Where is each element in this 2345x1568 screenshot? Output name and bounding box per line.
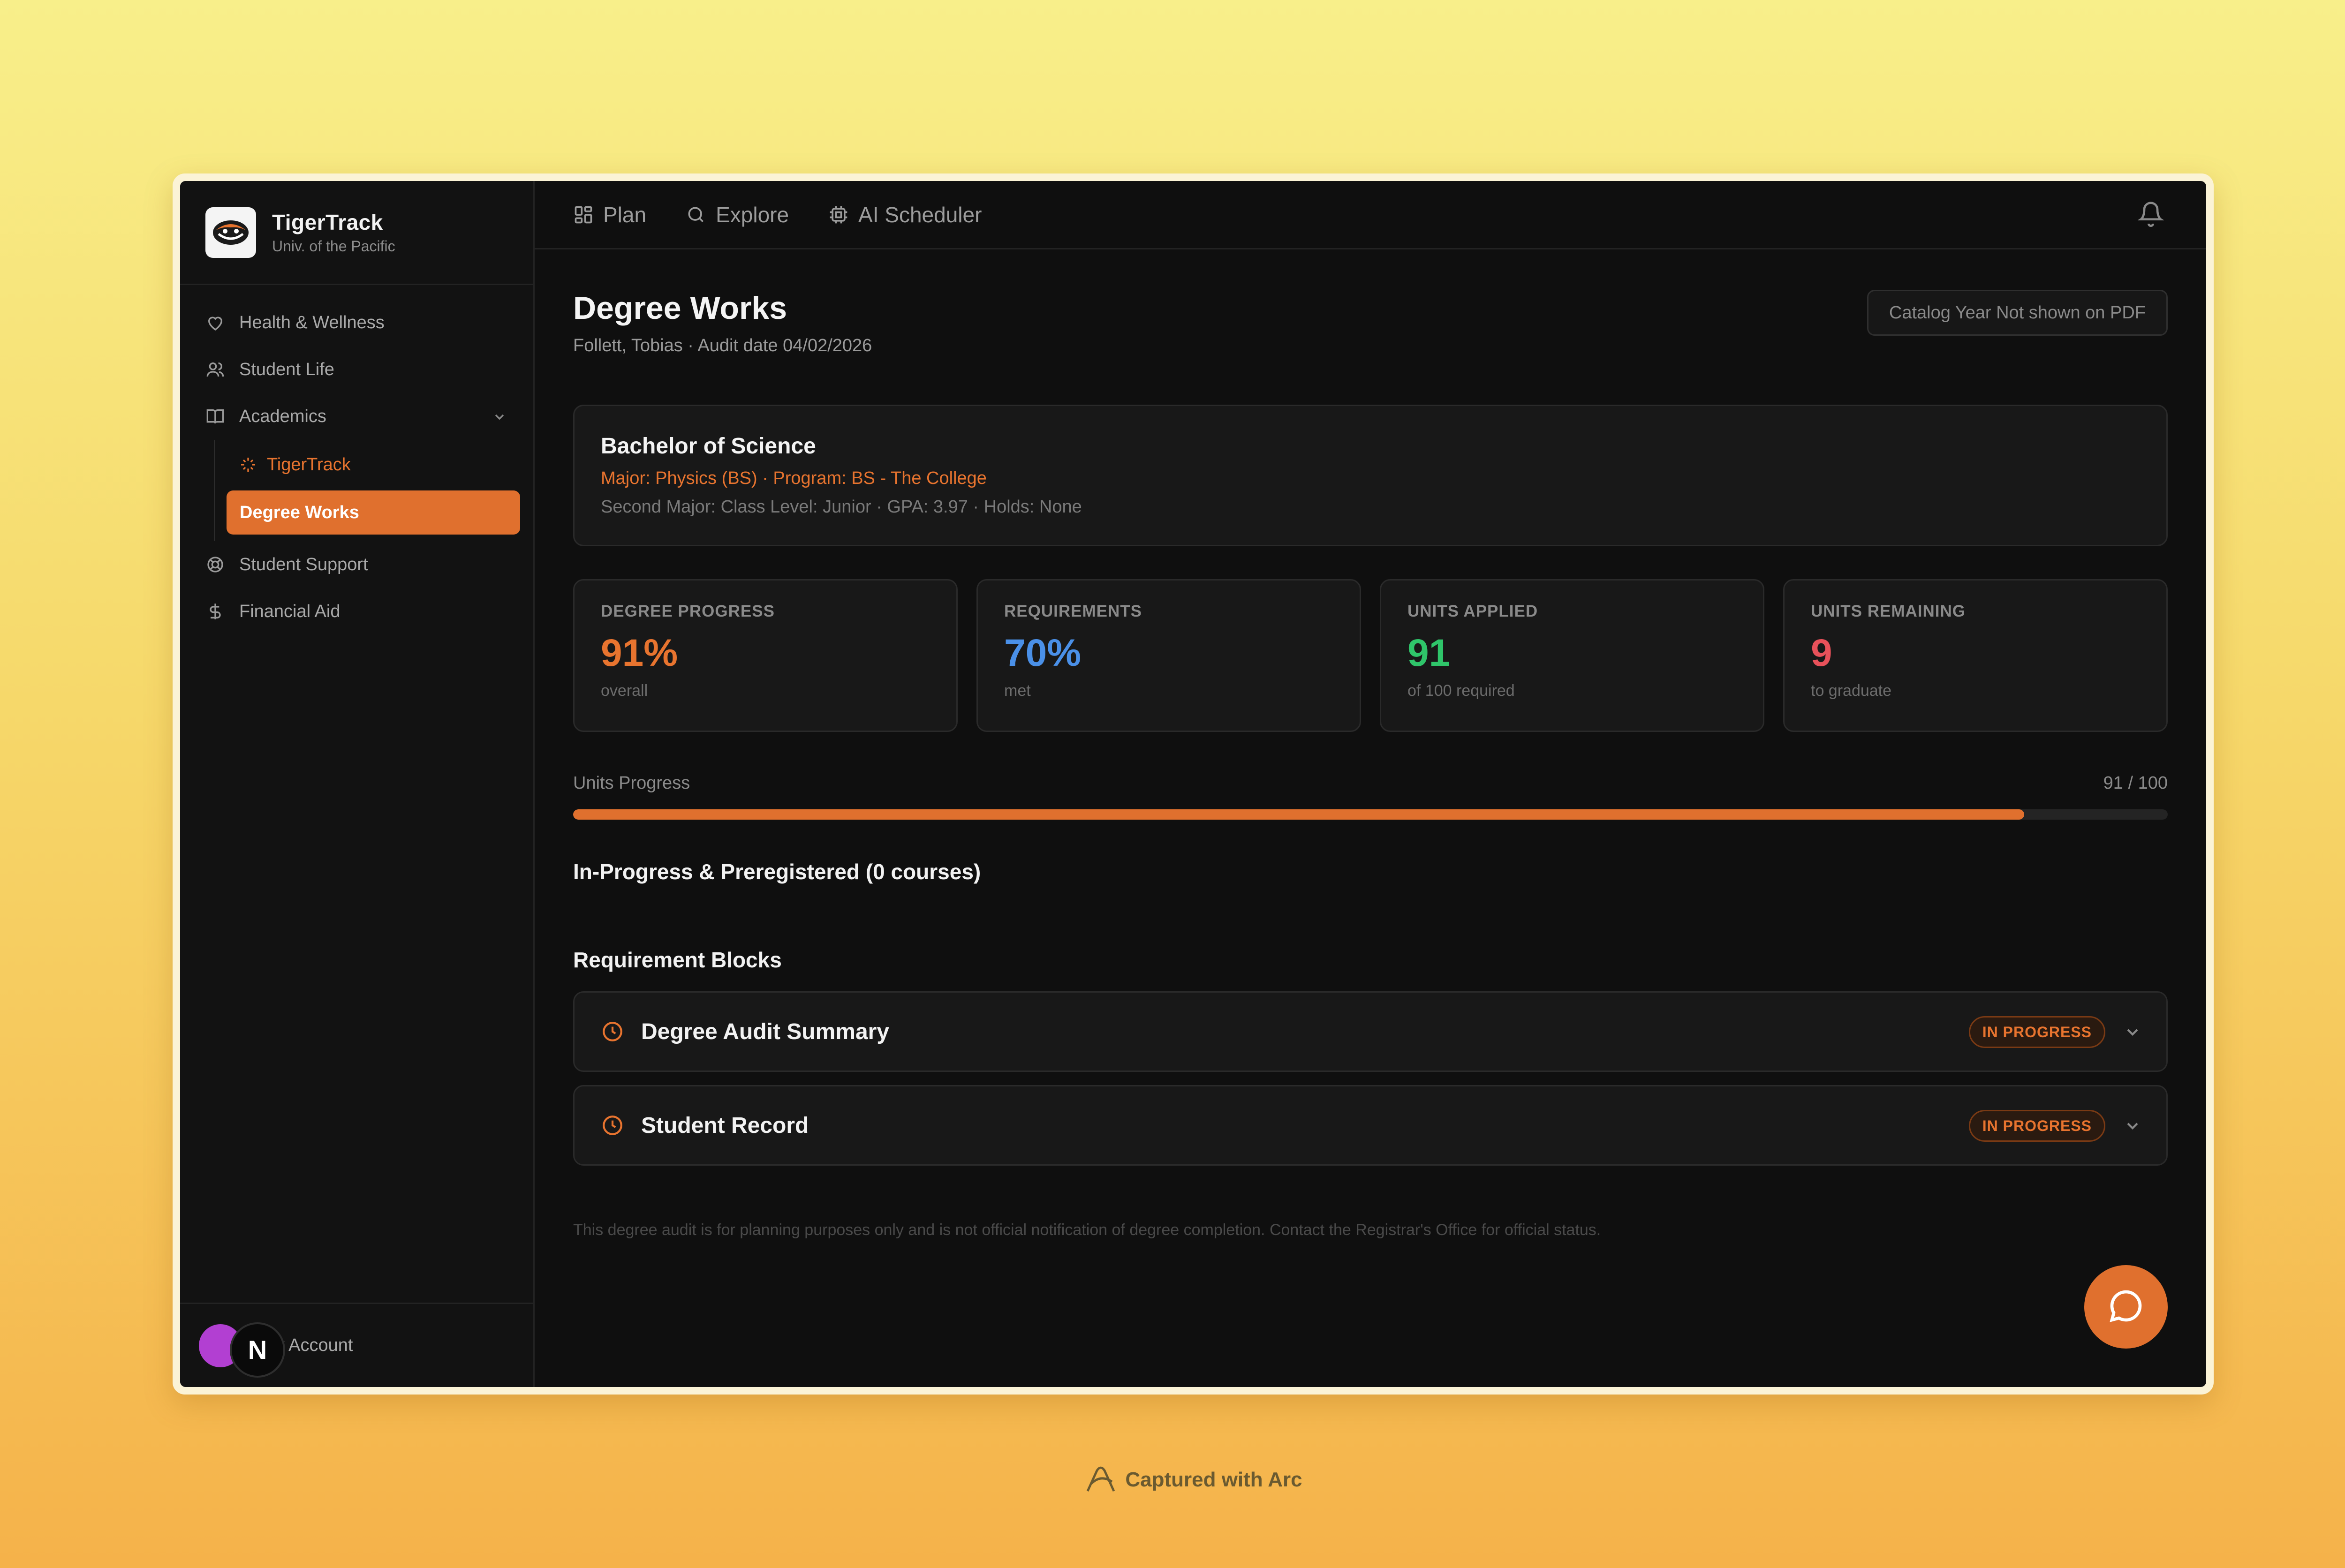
clock-icon: [601, 1020, 624, 1043]
cpu-icon: [828, 204, 849, 225]
sidebar-item-health-wellness[interactable]: Health & Wellness: [180, 299, 533, 346]
tab-ai-scheduler[interactable]: AI Scheduler: [828, 202, 982, 227]
heart-icon: [205, 313, 225, 332]
sidebar-item-label: Academics: [239, 406, 326, 426]
block-title: Student Record: [641, 1113, 809, 1138]
clock-icon: [601, 1114, 624, 1137]
units-progress-fill: [573, 809, 2024, 820]
arc-logo-icon: [1084, 1465, 1118, 1495]
requirement-block-degree-audit-summary[interactable]: Degree Audit Summary IN PROGRESS: [573, 991, 2168, 1072]
chat-button[interactable]: [2084, 1265, 2168, 1349]
stat-sub: to graduate: [1811, 682, 1892, 700]
sidebar-item-degree-works[interactable]: Degree Works: [227, 490, 520, 535]
sidebar-item-label: TigerTrack: [267, 454, 351, 475]
tiger-logo-icon: [205, 207, 256, 258]
degree-card: Bachelor of Science Major: Physics (BS) …: [573, 405, 2168, 546]
block-title: Degree Audit Summary: [641, 1019, 890, 1044]
stat-label: UNITS APPLIED: [1407, 602, 1538, 620]
units-progress-bar: [573, 809, 2168, 820]
in-progress-heading: In-Progress & Preregistered (0 courses): [573, 859, 981, 884]
tab-label: Plan: [603, 202, 647, 227]
stat-sub: overall: [601, 682, 648, 700]
degree-works-page: Degree Works Follett, Tobias · Audit dat…: [535, 249, 2206, 1239]
sidebar-item-label: Student Life: [239, 359, 334, 379]
bell-icon[interactable]: [2137, 201, 2164, 227]
sidebar-item-student-life[interactable]: Student Life: [180, 346, 533, 393]
arc-capture-caption: Captured with Arc: [0, 1465, 2345, 1495]
disclaimer: This degree audit is for planning purpos…: [573, 1221, 1601, 1239]
main-content: Plan Explore AI Scheduler Degree Works F…: [535, 181, 2206, 1387]
units-progress-header: Units Progress 91 / 100: [573, 773, 2168, 793]
stat-value: 91: [1407, 632, 1451, 674]
avatar[interactable]: N: [199, 1322, 285, 1378]
dollar-icon: [205, 602, 225, 621]
lifebuoy-icon: [205, 555, 225, 574]
requirement-block-student-record[interactable]: Student Record IN PROGRESS: [573, 1085, 2168, 1166]
units-progress-label: Units Progress: [573, 773, 690, 793]
sidebar-item-label: Student Support: [239, 554, 368, 574]
degree-major: Major: Physics (BS) · Program: BS - The …: [601, 468, 987, 488]
caption-text: Captured with Arc: [1125, 1468, 1302, 1491]
app-window: TigerTrack Univ. of the Pacific Health &…: [180, 181, 2206, 1387]
sidebar-item-label: Degree Works: [240, 502, 359, 522]
academics-submenu: TigerTrack Degree Works: [214, 440, 533, 541]
stat-units-applied: UNITS APPLIED 91 of 100 required: [1380, 579, 1764, 732]
stat-sub: met: [1004, 682, 1031, 700]
search-icon: [686, 204, 706, 225]
chevron-down-icon[interactable]: [2123, 1023, 2142, 1044]
stat-value: 70%: [1004, 632, 1082, 674]
users-icon: [205, 360, 225, 379]
sidebar-item-student-support[interactable]: Student Support: [180, 541, 533, 588]
stat-sub: of 100 required: [1407, 682, 1515, 700]
stat-value: 91%: [601, 632, 678, 674]
degree-title: Bachelor of Science: [601, 434, 816, 459]
stat-value: 9: [1811, 632, 1832, 674]
sidebar-nav: Health & Wellness Student Life Academics: [180, 285, 533, 635]
chevron-down-icon[interactable]: [2123, 1116, 2142, 1138]
dev-tools-badge[interactable]: N: [230, 1322, 285, 1378]
tab-plan[interactable]: Plan: [573, 202, 646, 227]
account-menu[interactable]: N My Account: [180, 1303, 533, 1387]
stat-units-remaining: UNITS REMAINING 9 to graduate: [1783, 579, 2168, 732]
units-progress-value: 91 / 100: [2103, 773, 2168, 793]
sidebar: TigerTrack Univ. of the Pacific Health &…: [180, 181, 535, 1387]
catalog-year-button[interactable]: Catalog Year Not shown on PDF: [1867, 290, 2168, 336]
status-badge: IN PROGRESS: [1968, 1016, 2105, 1048]
browser-frame: TigerTrack Univ. of the Pacific Health &…: [173, 173, 2214, 1395]
page-subtitle: Follett, Tobias · Audit date 04/02/2026: [573, 336, 872, 355]
tab-label: AI Scheduler: [858, 202, 982, 227]
sidebar-item-financial-aid[interactable]: Financial Aid: [180, 588, 533, 635]
chevron-down-icon[interactable]: [492, 409, 507, 429]
grid-icon: [573, 204, 594, 225]
app-subtitle: Univ. of the Pacific: [272, 238, 395, 255]
tab-label: Explore: [716, 202, 789, 227]
brand[interactable]: TigerTrack Univ. of the Pacific: [180, 181, 533, 285]
stat-requirements: REQUIREMENTS 70% met: [976, 579, 1361, 732]
stat-label: UNITS REMAINING: [1811, 602, 1966, 620]
stat-label: DEGREE PROGRESS: [601, 602, 775, 620]
stat-degree-progress: DEGREE PROGRESS 91% overall: [573, 579, 958, 732]
degree-meta: Second Major: Class Level: Junior · GPA:…: [601, 497, 1082, 517]
book-icon: [205, 407, 225, 426]
sparkle-icon: [239, 455, 257, 474]
stat-label: REQUIREMENTS: [1004, 602, 1142, 620]
sidebar-item-label: Health & Wellness: [239, 312, 385, 332]
tab-explore[interactable]: Explore: [686, 202, 789, 227]
sidebar-item-academics[interactable]: Academics: [180, 393, 533, 440]
top-nav: Plan Explore AI Scheduler: [535, 181, 2206, 249]
requirement-blocks-heading: Requirement Blocks: [573, 948, 782, 972]
sidebar-item-label: Financial Aid: [239, 601, 340, 621]
app-title: TigerTrack: [272, 210, 383, 234]
stats-row: DEGREE PROGRESS 91% overall REQUIREMENTS…: [573, 579, 2168, 732]
status-badge: IN PROGRESS: [1968, 1110, 2105, 1142]
sidebar-item-tigertrack[interactable]: TigerTrack: [215, 443, 533, 487]
chat-bubble-icon: [2107, 1287, 2145, 1327]
